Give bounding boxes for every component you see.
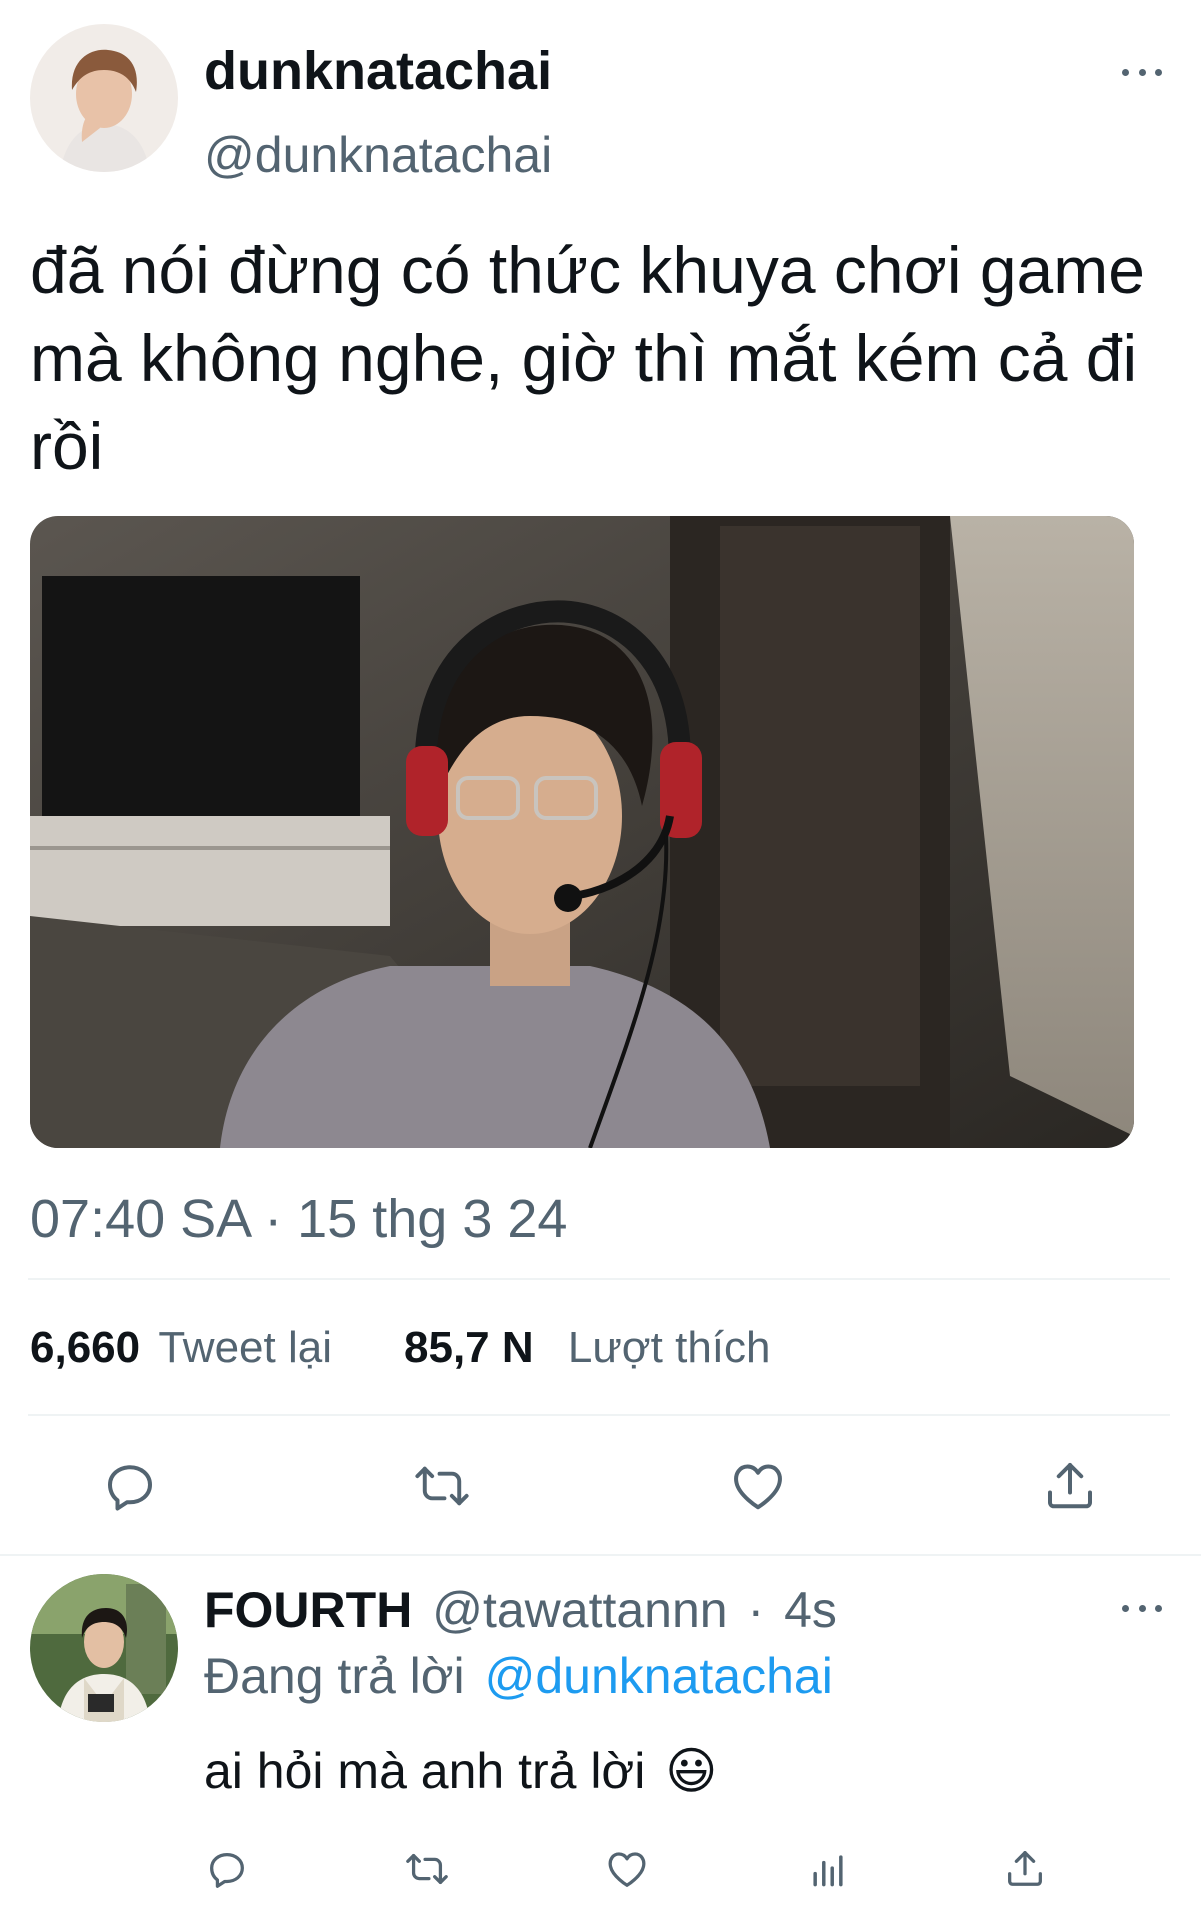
like-stats[interactable]: 85,7 N Lượt thích (404, 1322, 771, 1374)
tweet-photo[interactable] (30, 516, 1134, 1148)
gamer-photo-image (30, 516, 1134, 1148)
reply-text-content: ai hỏi mà anh trả lời (204, 1743, 646, 1799)
reply-more-options-icon[interactable] (1122, 1598, 1162, 1618)
replying-to: Đang trả lời @dunknatachai (204, 1646, 833, 1706)
tweet-text: đã nói đừng có thức khuya chơi game mà k… (30, 233, 1145, 483)
reply-display-name[interactable]: FOURTH (204, 1582, 412, 1638)
like-icon[interactable] (728, 1456, 788, 1516)
reply-handle[interactable]: @tawattannn (432, 1582, 727, 1638)
divider (28, 1278, 1170, 1280)
replying-to-handle[interactable]: @dunknatachai (485, 1648, 833, 1704)
tweet-timestamp[interactable]: 07:40 SA · 15 thg 3 24 (30, 1188, 567, 1250)
like-label: Lượt thích (567, 1323, 771, 1372)
author-handle[interactable]: @dunknatachai (204, 126, 552, 184)
reply-share-icon[interactable] (1002, 1844, 1048, 1892)
reply-author-avatar[interactable] (30, 1574, 178, 1722)
like-count: 85,7 N (404, 1323, 534, 1372)
smiley-emoji-icon: 😃 (665, 1743, 718, 1799)
reply-separator: · (747, 1582, 765, 1638)
reply-icon[interactable] (100, 1456, 160, 1516)
more-options-icon[interactable] (1122, 62, 1162, 82)
retweet-count: 6,660 (30, 1323, 141, 1372)
divider (28, 1414, 1170, 1416)
reply-age[interactable]: 4s (784, 1582, 837, 1638)
share-icon[interactable] (1040, 1454, 1100, 1516)
reply-reply-icon[interactable] (204, 1846, 250, 1892)
reply-header: FOURTH @tawattannn · 4s (204, 1580, 837, 1640)
retweet-icon[interactable] (410, 1456, 474, 1516)
replying-to-label: Đang trả lời (204, 1648, 465, 1704)
retweet-label: Tweet lại (158, 1323, 332, 1372)
section-divider (0, 1554, 1201, 1556)
author-display-name[interactable]: dunknatachai (204, 40, 552, 102)
author-avatar-image (30, 24, 178, 172)
reply-like-icon[interactable] (604, 1846, 650, 1892)
analytics-icon[interactable] (806, 1848, 850, 1892)
retweet-stats[interactable]: 6,660 Tweet lại (30, 1322, 332, 1374)
reply-retweet-icon[interactable] (402, 1846, 452, 1892)
reply-text: ai hỏi mà anh trả lời 😃 (204, 1740, 717, 1802)
reply-avatar-image (30, 1574, 178, 1722)
author-avatar[interactable] (30, 24, 178, 172)
